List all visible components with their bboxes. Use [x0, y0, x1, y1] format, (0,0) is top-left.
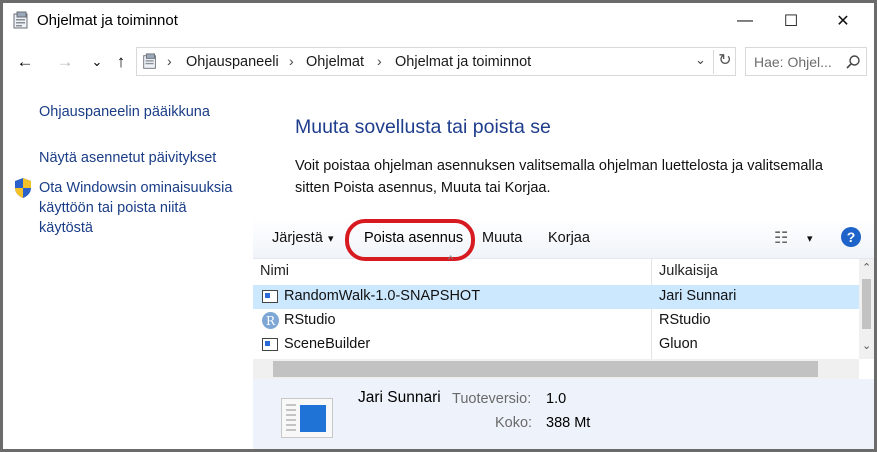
close-button[interactable]: ✕	[820, 3, 866, 39]
program-name: SceneBuilder	[284, 336, 371, 352]
back-button[interactable]: ←	[11, 47, 39, 77]
refresh-button[interactable]: ↻	[713, 50, 736, 74]
uninstall-button[interactable]: Poista asennus	[345, 219, 475, 261]
up-button[interactable]: ↑	[107, 47, 135, 77]
highlight-circle	[345, 219, 475, 261]
app-window-icon	[262, 290, 278, 303]
program-list: Nimi ^ Julkaisija RandomWalk-1.0-SNAPSHO…	[253, 254, 859, 359]
column-header-publisher[interactable]: Julkaisija	[659, 263, 718, 279]
program-publisher: RStudio	[659, 312, 711, 328]
change-button[interactable]: Muuta	[482, 230, 522, 246]
page-title: Muuta sovellusta tai poista se	[295, 116, 551, 138]
breadcrumb-separator: ›	[377, 53, 382, 69]
search-box[interactable]: Hae: Ohjel...	[745, 47, 867, 76]
table-row[interactable]: R RStudio RStudio	[253, 309, 859, 333]
view-options-icon[interactable]: ☷	[774, 228, 788, 248]
column-header-name[interactable]: Nimi	[260, 263, 289, 279]
breadcrumb-separator: ›	[167, 53, 172, 69]
scroll-down-arrow[interactable]: ⌄	[862, 339, 871, 352]
view-dropdown-arrow[interactable]: ▾	[807, 232, 813, 245]
uac-shield-icon	[15, 178, 31, 198]
control-panel-icon	[13, 11, 28, 29]
organize-button[interactable]: Järjestä	[272, 230, 323, 246]
app-window-icon	[262, 338, 278, 351]
organize-dropdown-arrow[interactable]: ▾	[328, 232, 334, 245]
table-row[interactable]: SceneBuilder Gluon	[253, 333, 859, 357]
command-toolbar: Järjestä ▾ Poista asennus Muuta Korjaa ☷…	[253, 218, 874, 261]
maximize-button[interactable]: ☐	[768, 3, 814, 39]
program-publisher: Gluon	[659, 336, 698, 352]
control-panel-icon	[143, 53, 156, 69]
address-dropdown-button[interactable]: ⌄	[695, 52, 706, 68]
programs-and-features-window: Ohjelmat ja toiminnot — ☐ ✕ ← → ⌄ ↑ › Oh…	[0, 0, 877, 452]
windows-features-link[interactable]: Ota Windowsin ominaisuuksia käyttöön tai…	[39, 178, 244, 238]
r-icon: R	[262, 312, 279, 329]
repair-button[interactable]: Korjaa	[548, 230, 590, 246]
page-description: Voit poistaa ohjelman asennuksen valitse…	[295, 158, 823, 196]
program-name: RStudio	[284, 312, 336, 328]
breadcrumb-programs[interactable]: Ohjelmat	[306, 54, 364, 70]
sort-indicator-icon: ^	[448, 254, 454, 266]
horizontal-scrollbar[interactable]	[253, 359, 859, 379]
program-large-icon	[281, 398, 333, 438]
help-button[interactable]: ?	[841, 227, 861, 247]
details-publisher: Jari Sunnari	[358, 389, 441, 406]
details-size-label: Koko:	[495, 415, 533, 431]
forward-button[interactable]: →	[51, 47, 79, 77]
program-publisher: Jari Sunnari	[659, 288, 737, 304]
table-row[interactable]: RandomWalk-1.0-SNAPSHOT Jari Sunnari	[253, 285, 859, 309]
address-bar[interactable]: › Ohjauspaneeli › Ohjelmat › Ohjelmat ja…	[136, 47, 736, 76]
vertical-scroll-thumb[interactable]	[862, 279, 871, 329]
scroll-up-arrow[interactable]: ⌃	[862, 261, 871, 274]
breadcrumb-control-panel[interactable]: Ohjauspaneeli	[186, 54, 279, 70]
search-icon[interactable]	[845, 54, 861, 70]
view-installed-updates-link[interactable]: Näytä asennetut päivitykset	[39, 148, 239, 168]
control-panel-home-link[interactable]: Ohjauspaneelin pääikkuna	[39, 102, 239, 122]
horizontal-scroll-thumb[interactable]	[273, 361, 818, 377]
window-title: Ohjelmat ja toiminnot	[37, 12, 178, 29]
minimize-button[interactable]: —	[722, 3, 768, 39]
breadcrumb-separator: ›	[289, 53, 294, 69]
search-input[interactable]: Hae: Ohjel...	[754, 54, 832, 70]
program-name: RandomWalk-1.0-SNAPSHOT	[284, 288, 481, 304]
details-version: 1.0	[546, 391, 567, 407]
details-size: 388 Mt	[546, 415, 591, 431]
breadcrumb-programs-and-features[interactable]: Ohjelmat ja toiminnot	[395, 54, 531, 70]
title-bar: Ohjelmat ja toiminnot — ☐ ✕	[3, 3, 874, 39]
details-pane: Jari Sunnari Tuoteversio: 1.0 Koko: 388 …	[253, 379, 874, 449]
vertical-scrollbar[interactable]: ⌃ ⌄	[859, 259, 874, 359]
details-version-label: Tuoteversio:	[452, 391, 532, 407]
